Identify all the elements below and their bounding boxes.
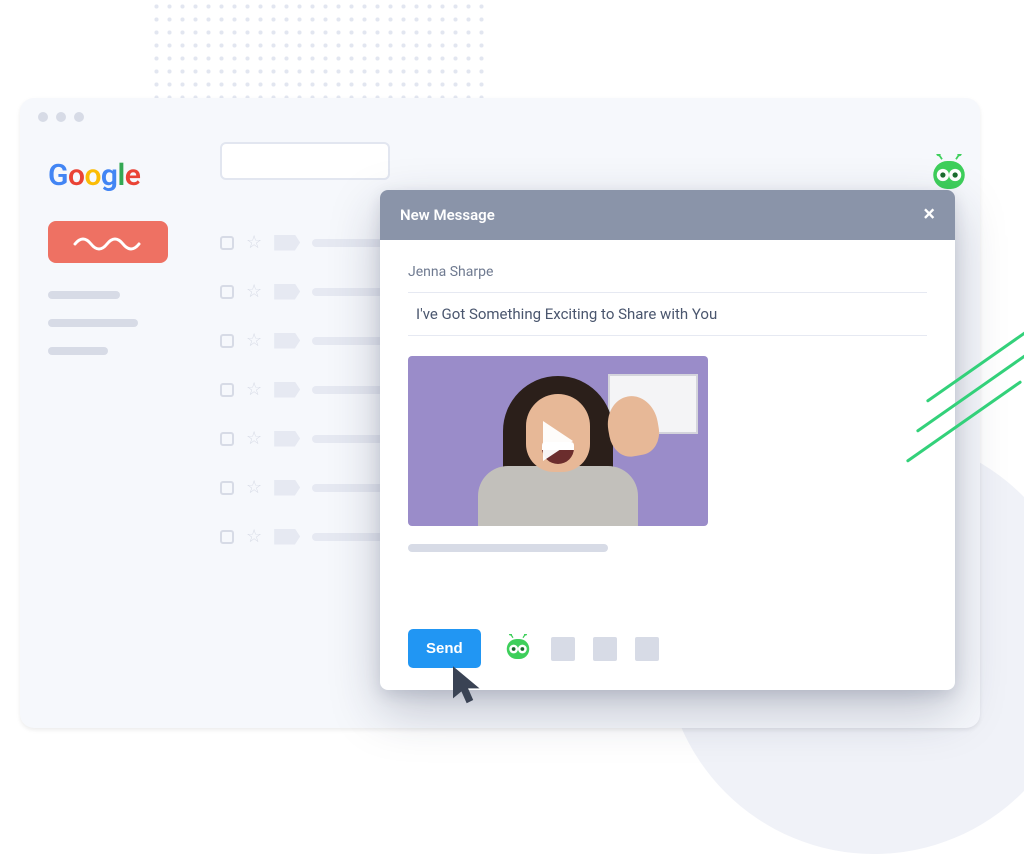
star-icon[interactable]: ☆: [246, 526, 262, 547]
toolbar-icon[interactable]: [635, 637, 659, 661]
subject-field[interactable]: I've Got Something Exciting to Share wit…: [408, 293, 927, 336]
mail-preview-line: [312, 533, 390, 541]
mail-preview-line: [312, 435, 390, 443]
recipient-field[interactable]: Jenna Sharpe: [408, 252, 927, 293]
video-thumbnail[interactable]: [408, 356, 708, 526]
sidebar-item[interactable]: [48, 347, 108, 355]
window-min-dot[interactable]: [56, 112, 66, 122]
play-icon: [543, 421, 573, 461]
window-max-dot[interactable]: [74, 112, 84, 122]
window-close-dot[interactable]: [38, 112, 48, 122]
star-icon[interactable]: ☆: [246, 379, 262, 400]
compose-title: New Message: [400, 206, 495, 224]
google-logo: Google: [48, 158, 952, 193]
mail-row[interactable]: ☆: [220, 330, 390, 351]
body-text-placeholder: [408, 544, 608, 552]
star-icon[interactable]: ☆: [246, 330, 262, 351]
mail-preview-line: [312, 386, 390, 394]
compose-footer: Send: [380, 611, 955, 690]
sidebar-item[interactable]: [48, 291, 120, 299]
toolbar-icon[interactable]: [593, 637, 617, 661]
mail-preview-line: [312, 288, 390, 296]
compose-modal: New Message × Jenna Sharpe I've Got Some…: [380, 190, 955, 690]
toolbar-icon[interactable]: [551, 637, 575, 661]
label-tag-icon: [274, 284, 300, 300]
star-icon[interactable]: ☆: [246, 428, 262, 449]
star-icon[interactable]: ☆: [246, 477, 262, 498]
star-icon[interactable]: ☆: [246, 232, 262, 253]
checkbox[interactable]: [220, 432, 234, 446]
robot-icon[interactable]: [503, 634, 533, 664]
checkbox[interactable]: [220, 236, 234, 250]
sidebar-item[interactable]: [48, 319, 138, 327]
label-tag-icon: [274, 382, 300, 398]
mail-preview-line: [312, 484, 390, 492]
search-input[interactable]: [220, 142, 390, 180]
label-tag-icon: [274, 529, 300, 545]
send-button[interactable]: Send: [408, 629, 481, 668]
mail-row[interactable]: ☆: [220, 477, 390, 498]
compose-header: New Message ×: [380, 190, 955, 240]
close-icon[interactable]: ×: [923, 204, 935, 226]
mail-preview-line: [312, 239, 390, 247]
mail-row[interactable]: ☆: [220, 281, 390, 302]
window-controls: [38, 112, 84, 122]
mail-preview-line: [312, 337, 390, 345]
mail-row[interactable]: ☆: [220, 379, 390, 400]
compose-button[interactable]: [48, 221, 168, 263]
star-icon[interactable]: ☆: [246, 281, 262, 302]
mail-list: ☆ ☆ ☆ ☆ ☆ ☆ ☆: [220, 232, 390, 547]
label-tag-icon: [274, 431, 300, 447]
mail-row[interactable]: ☆: [220, 232, 390, 253]
checkbox[interactable]: [220, 481, 234, 495]
label-tag-icon: [274, 480, 300, 496]
mail-row[interactable]: ☆: [220, 428, 390, 449]
checkbox[interactable]: [220, 285, 234, 299]
label-tag-icon: [274, 333, 300, 349]
checkbox[interactable]: [220, 334, 234, 348]
mail-row[interactable]: ☆: [220, 526, 390, 547]
checkbox[interactable]: [220, 530, 234, 544]
checkbox[interactable]: [220, 383, 234, 397]
label-tag-icon: [274, 235, 300, 251]
decorative-dots: [150, 0, 490, 100]
